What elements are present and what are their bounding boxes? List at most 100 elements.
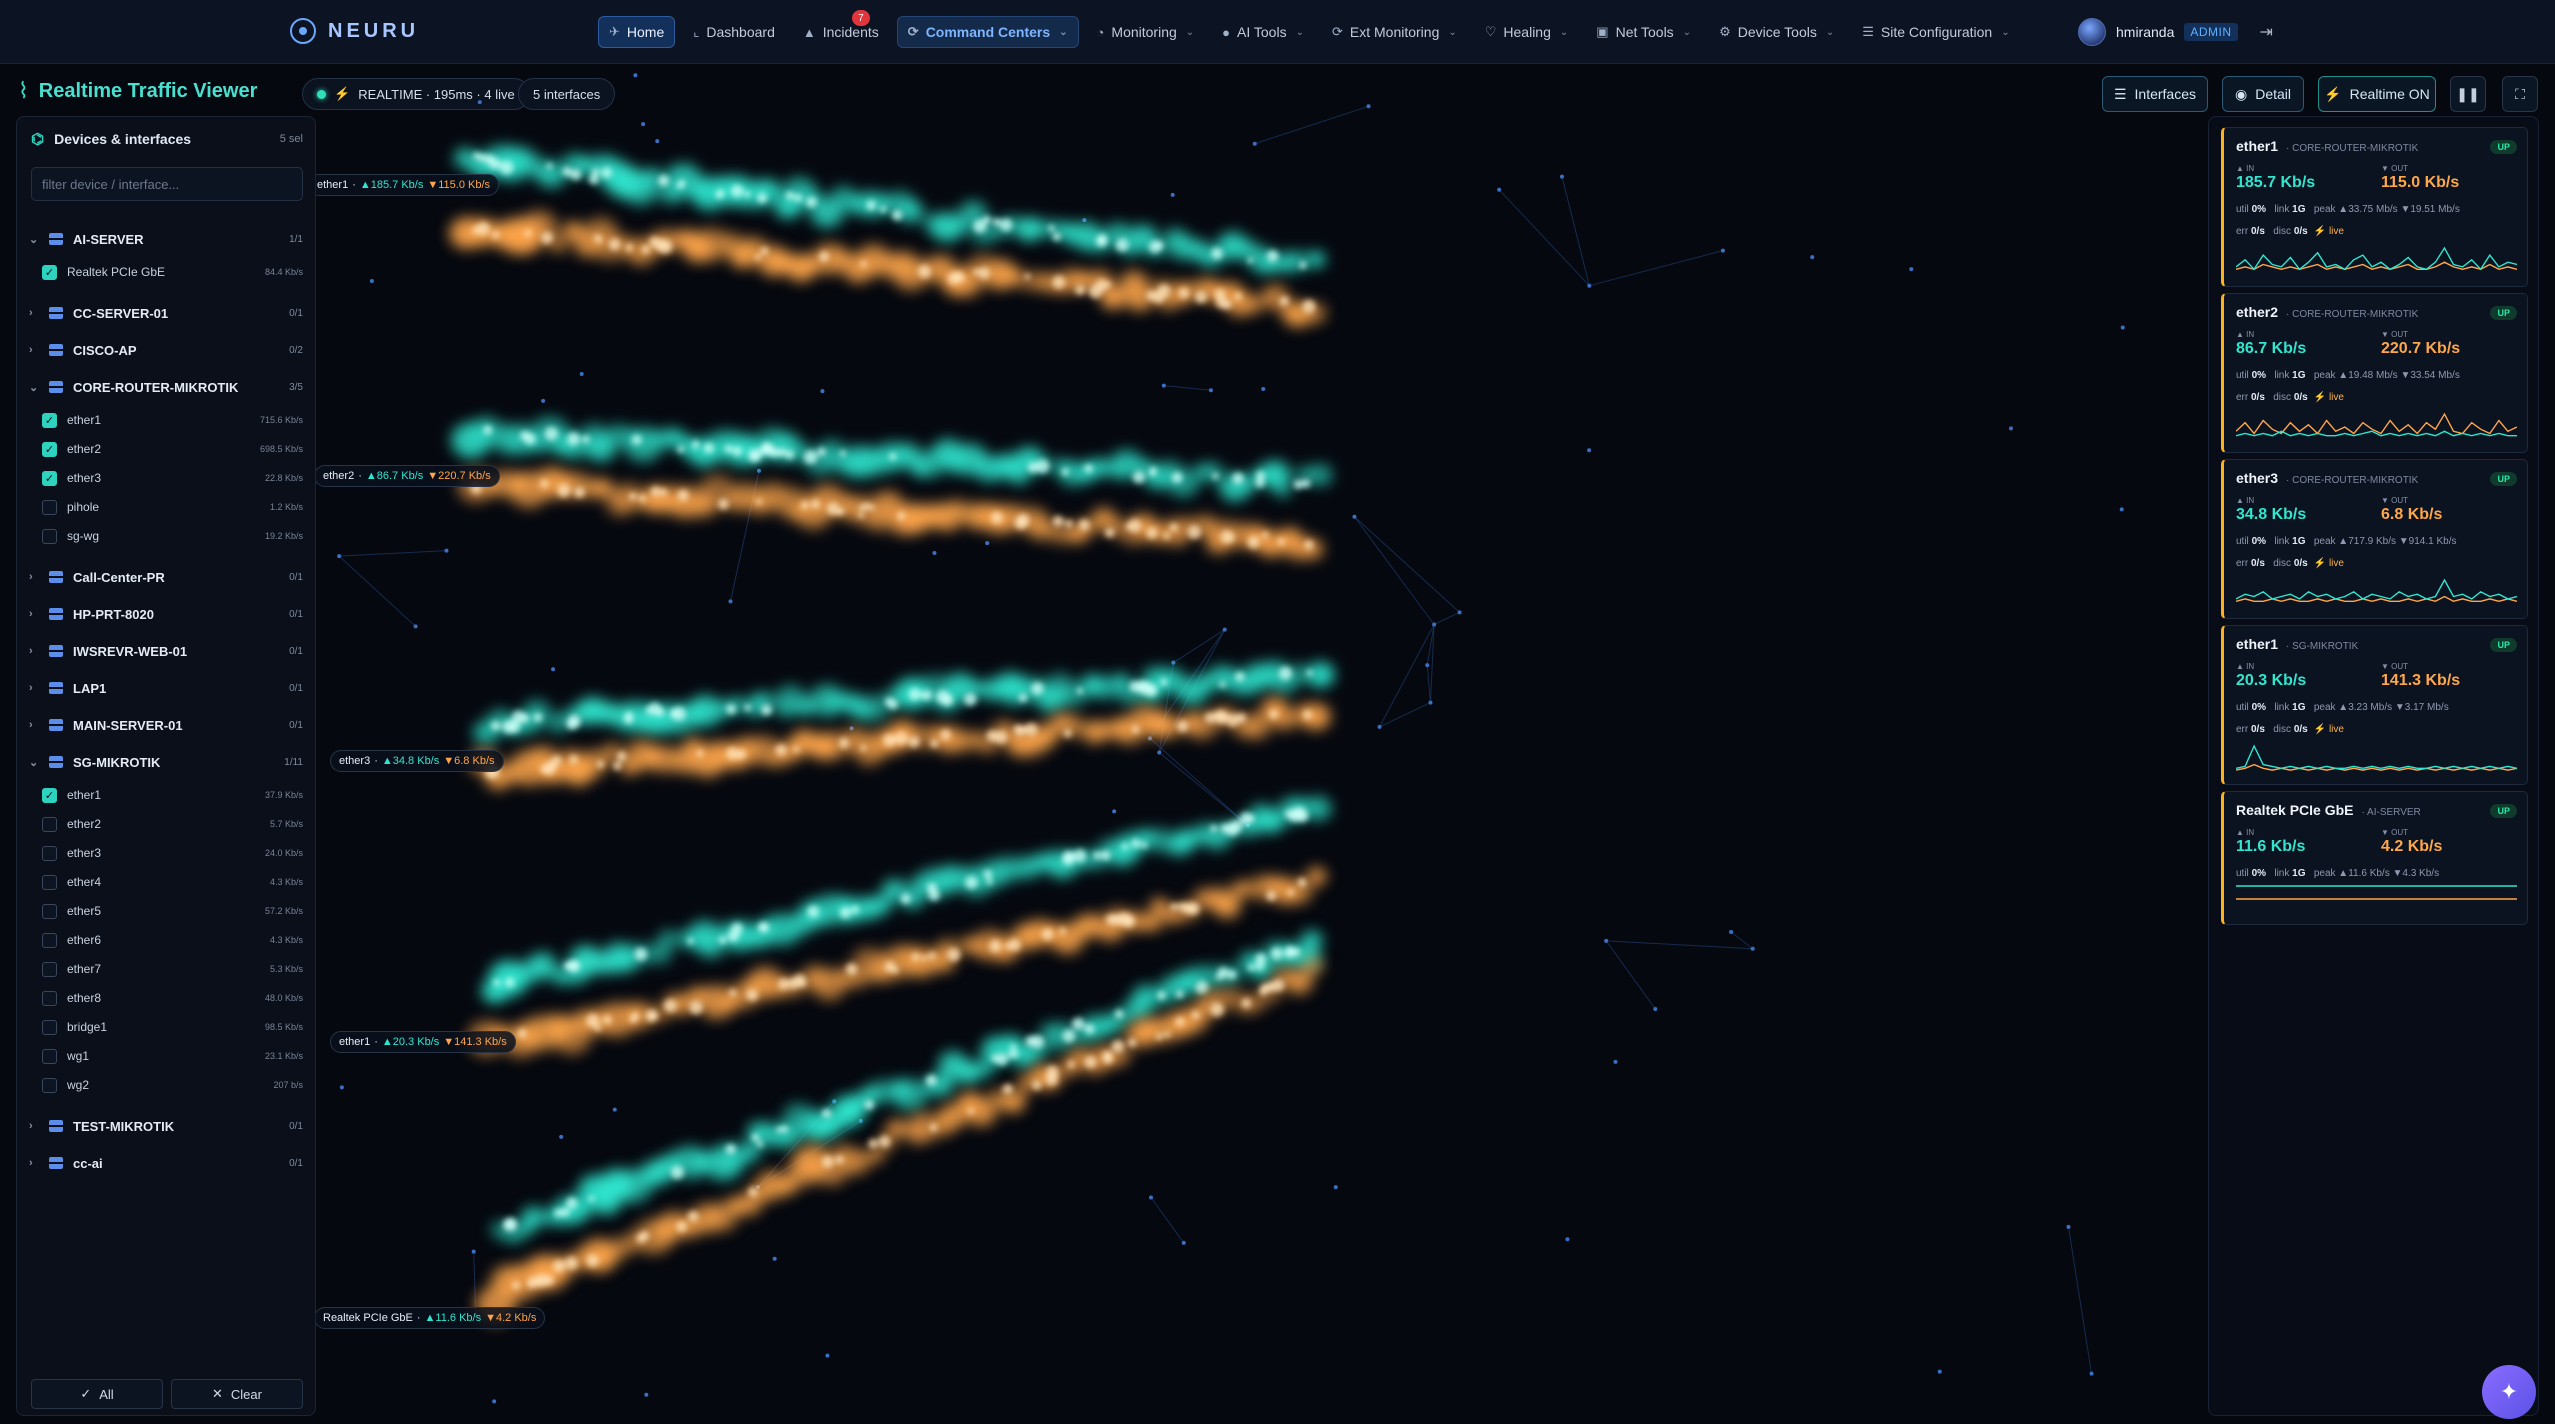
interface-checkbox[interactable]: ✓ xyxy=(42,470,57,486)
chevron-right-icon[interactable]: › xyxy=(29,1120,49,1132)
nav-device-tools[interactable]: ⚙ Device Tools ⌄ xyxy=(1709,16,1844,48)
interface-card[interactable]: ether1 · CORE-ROUTER-MIKROTIK UP ▲ IN ▼ OUT 1… xyxy=(2221,127,2528,287)
user-menu[interactable]: hmiranda ADMIN ⇥ xyxy=(2078,18,2273,46)
device-row[interactable]: › HP-PRT-8020 0/1 xyxy=(17,602,317,626)
chevron-right-icon[interactable]: › xyxy=(29,1157,49,1169)
interface-rate: 5.7 Kb/s xyxy=(269,819,303,829)
interface-checkbox[interactable]: ✓ xyxy=(42,264,57,280)
nav-command-centers[interactable]: ⟳ Command Centers ⌄ xyxy=(896,16,1079,48)
interface-row[interactable]: ether7 5.3 Kb/s xyxy=(17,957,317,981)
interface-row[interactable]: ✓ ether3 22.8 Kb/s xyxy=(17,466,317,490)
nav-monitoring[interactable]: ◔ Monitoring ⌄ xyxy=(1087,16,1205,48)
interface-card[interactable]: ether3 · CORE-ROUTER-MIKROTIK UP ▲ IN ▼ OUT 3… xyxy=(2221,459,2528,619)
lane-label[interactable]: ether2 · ▲86.7 Kb/s ▼220.7 Kb/s xyxy=(314,465,500,487)
nav-incidents[interactable]: ▲ Incidents 7 xyxy=(793,10,889,48)
interface-checkbox[interactable] xyxy=(42,528,57,544)
pause-button[interactable]: ❚❚ xyxy=(2450,76,2486,112)
device-row[interactable]: › Call-Center-PR 0/1 xyxy=(17,565,317,589)
interface-checkbox[interactable] xyxy=(42,990,57,1006)
interface-checkbox[interactable] xyxy=(42,845,57,861)
traffic-stream xyxy=(475,930,1324,1324)
detail-button[interactable]: ◉ Detail xyxy=(2222,76,2304,112)
clear-selection-button[interactable]: ✕ Clear xyxy=(171,1379,303,1409)
lane-label[interactable]: Realtek PCIe GbE · ▲11.6 Kb/s ▼4.2 Kb/s xyxy=(314,1307,546,1329)
interface-row[interactable]: wg2 207 b/s xyxy=(17,1073,317,1097)
device-row[interactable]: › TEST-MIKROTIK 0/1 xyxy=(17,1114,317,1138)
interface-checkbox[interactable] xyxy=(42,961,57,977)
in-label: ▲ IN xyxy=(2236,330,2255,339)
chevron-right-icon[interactable]: › xyxy=(29,719,49,731)
interface-checkbox[interactable] xyxy=(42,1048,57,1064)
interface-row[interactable]: pihole 1.2 Kb/s xyxy=(17,495,317,519)
nav-healing[interactable]: ♡ Healing ⌄ xyxy=(1475,16,1579,48)
interface-row[interactable]: ether2 5.7 Kb/s xyxy=(17,812,317,836)
interface-card[interactable]: Realtek PCIe GbE · AI-SERVER UP ▲ IN ▼ OUT 11… xyxy=(2221,791,2528,925)
interface-row[interactable]: ✓ ether1 37.9 Kb/s xyxy=(17,783,317,807)
realtime-toggle-button[interactable]: ⚡ Realtime ON xyxy=(2318,76,2436,112)
device-row[interactable]: ⌄ SG-MIKROTIK 1/11 xyxy=(17,750,317,774)
chevron-right-icon[interactable]: › xyxy=(29,344,49,356)
interface-checkbox[interactable] xyxy=(42,499,57,515)
chevron-right-icon[interactable]: › xyxy=(29,608,49,620)
interface-checkbox[interactable] xyxy=(42,816,57,832)
device-row[interactable]: ⌄ CORE-ROUTER-MIKROTIK 3/5 xyxy=(17,375,317,399)
traffic-canvas[interactable]: ether1 · ▲185.7 Kb/s ▼115.0 Kb/s ether2 · ▲86.… xyxy=(308,64,2216,1424)
lane-label[interactable]: ether3 · ▲34.8 Kb/s ▼6.8 Kb/s xyxy=(330,750,504,772)
chevron-right-icon[interactable]: › xyxy=(29,307,49,319)
in-sparkline xyxy=(2236,744,2517,770)
nav-ext-monitoring[interactable]: ⟳ Ext Monitoring ⌄ xyxy=(1322,16,1467,48)
chevron-right-icon[interactable]: › xyxy=(29,682,49,694)
interface-checkbox[interactable] xyxy=(42,932,57,948)
interface-row[interactable]: ether6 4.3 Kb/s xyxy=(17,928,317,952)
interface-row[interactable]: ether3 24.0 Kb/s xyxy=(17,841,317,865)
device-row[interactable]: › MAIN-SERVER-01 0/1 xyxy=(17,713,317,737)
interface-row[interactable]: ✓ Realtek PCIe GbE 84.4 Kb/s xyxy=(17,260,317,284)
lane-label[interactable]: ether1 · ▲185.7 Kb/s ▼115.0 Kb/s xyxy=(308,174,500,196)
interface-row[interactable]: ether5 57.2 Kb/s xyxy=(17,899,317,923)
device-row[interactable]: › IWSREVR-WEB-01 0/1 xyxy=(17,639,317,663)
interface-checkbox[interactable]: ✓ xyxy=(42,787,57,803)
device-row[interactable]: › LAP1 0/1 xyxy=(17,676,317,700)
interface-row[interactable]: ✓ ether1 715.6 Kb/s xyxy=(17,408,317,432)
assistant-fab-button[interactable]: ✦ xyxy=(2482,1365,2536,1419)
chevron-right-icon[interactable]: › xyxy=(29,645,49,657)
out-rate: 6.8 Kb/s xyxy=(2381,506,2443,523)
interface-checkbox[interactable] xyxy=(42,1077,57,1093)
select-all-button[interactable]: ✓ All xyxy=(31,1379,163,1409)
device-filter-input[interactable] xyxy=(31,167,303,201)
interface-checkbox[interactable] xyxy=(42,874,57,890)
interface-checkbox[interactable] xyxy=(42,1019,57,1035)
interface-card[interactable]: ether2 · CORE-ROUTER-MIKROTIK UP ▲ IN ▼ OUT 8… xyxy=(2221,293,2528,453)
interface-checkbox[interactable]: ✓ xyxy=(42,412,57,428)
nav-site-configuration[interactable]: ☰ Site Configuration ⌄ xyxy=(1852,16,2019,48)
interface-row[interactable]: bridge1 98.5 Kb/s xyxy=(17,1015,317,1039)
interface-checkbox[interactable] xyxy=(42,903,57,919)
logout-icon[interactable]: ⇥ xyxy=(2260,22,2273,42)
device-row[interactable]: › CC-SERVER-01 0/1 xyxy=(17,301,317,325)
chevron-down-icon[interactable]: ⌄ xyxy=(29,756,49,769)
lane-label[interactable]: ether1 · ▲20.3 Kb/s ▼141.3 Kb/s xyxy=(330,1031,516,1053)
interface-rate: 5.3 Kb/s xyxy=(269,964,303,974)
chevron-down-icon: ⌄ xyxy=(1185,26,1195,38)
brand[interactable]: NEURU xyxy=(290,18,419,44)
interface-checkbox[interactable]: ✓ xyxy=(42,441,57,457)
interface-row[interactable]: ether8 48.0 Kb/s xyxy=(17,986,317,1010)
chevron-right-icon[interactable]: › xyxy=(29,571,49,583)
card-interface-name: ether1 · CORE-ROUTER-MIKROTIK xyxy=(2236,138,2418,154)
device-row[interactable]: › cc-ai 0/1 xyxy=(17,1151,317,1175)
interface-row[interactable]: sg-wg 19.2 Kb/s xyxy=(17,524,317,548)
avatar[interactable] xyxy=(2078,18,2106,46)
interface-card[interactable]: ether1 · SG-MIKROTIK UP ▲ IN ▼ OUT 20.3 Kb/s 1… xyxy=(2221,625,2528,785)
nav-net-tools[interactable]: ▣ Net Tools ⌄ xyxy=(1586,16,1701,48)
device-row[interactable]: › CISCO-AP 0/2 xyxy=(17,338,317,362)
fullscreen-button[interactable]: ⛶ xyxy=(2502,76,2538,112)
nav-ai-tools[interactable]: ● AI Tools ⌄ xyxy=(1212,16,1314,48)
nav-dashboard[interactable]: ⌞ Dashboard xyxy=(683,16,785,48)
interface-row[interactable]: wg1 23.1 Kb/s xyxy=(17,1044,317,1068)
interface-row[interactable]: ✓ ether2 698.5 Kb/s xyxy=(17,437,317,461)
device-row[interactable]: ⌄ AI-SERVER 1/1 xyxy=(17,227,317,251)
nav-home[interactable]: ✈ Home xyxy=(598,16,676,48)
chevron-down-icon[interactable]: ⌄ xyxy=(29,233,49,246)
chevron-down-icon[interactable]: ⌄ xyxy=(29,381,49,394)
interface-row[interactable]: ether4 4.3 Kb/s xyxy=(17,870,317,894)
